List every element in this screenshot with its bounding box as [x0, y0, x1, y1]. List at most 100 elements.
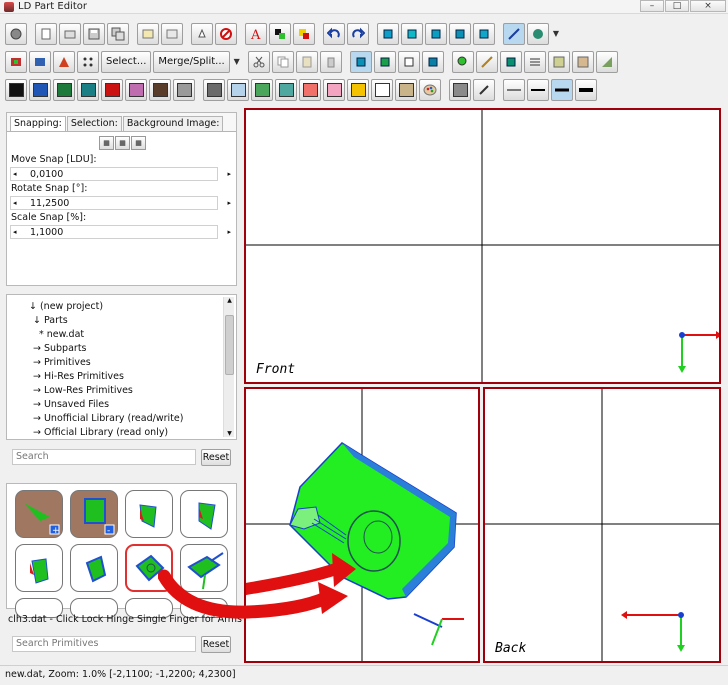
color-swatch-button[interactable] — [53, 79, 75, 101]
view-cube-4-button[interactable] — [449, 23, 471, 45]
move-snap-field[interactable]: ◂ 0,0100 ▸ — [10, 167, 231, 181]
tree-item-unofficial-library[interactable]: → Unofficial Library (read/write) — [33, 413, 183, 424]
primitive-thumbnail[interactable] — [125, 490, 173, 538]
decrease-arrow-icon[interactable]: ◂ — [13, 168, 17, 181]
color-swatch-button[interactable] — [275, 79, 297, 101]
highlight-button[interactable] — [293, 23, 315, 45]
color-tool-button[interactable] — [269, 23, 291, 45]
line-thick-button[interactable] — [551, 79, 573, 101]
increase-arrow-icon[interactable]: ▸ — [227, 197, 231, 210]
color-swatch-button[interactable] — [5, 79, 27, 101]
viewport-back[interactable]: Back — [483, 387, 721, 663]
tree-item-new-dat[interactable]: * new.dat — [39, 329, 84, 340]
new-dat-button[interactable] — [137, 23, 159, 45]
cut-button[interactable] — [247, 51, 270, 73]
add-triangle-button[interactable] — [53, 51, 75, 73]
view-cube-1-button[interactable] — [377, 23, 399, 45]
color-swatch-button[interactable] — [125, 79, 147, 101]
scroll-thumb[interactable] — [225, 315, 234, 375]
color-swatch-button[interactable] — [347, 79, 369, 101]
rotate-snap-field[interactable]: ◂ 11,2500 ▸ — [10, 196, 231, 210]
color-swatch-button[interactable] — [371, 79, 393, 101]
increase-arrow-icon[interactable]: ▸ — [227, 226, 231, 239]
color-swatch-button[interactable] — [149, 79, 171, 101]
color-swatch-button[interactable] — [77, 79, 99, 101]
line-medium-button[interactable] — [527, 79, 549, 101]
grid-fine-button[interactable]: ▦ — [131, 136, 146, 150]
reset-search-button[interactable]: Reset — [201, 449, 231, 466]
color-swatch-button[interactable] — [101, 79, 123, 101]
edit-tool-3-button[interactable] — [595, 51, 618, 73]
paste-button[interactable] — [295, 51, 318, 73]
close-button[interactable]: × — [690, 0, 726, 12]
minimize-button[interactable]: – — [640, 0, 664, 12]
decrease-arrow-icon[interactable]: ◂ — [13, 226, 17, 239]
line-thickest-button[interactable] — [575, 79, 597, 101]
undo-button[interactable] — [323, 23, 345, 45]
mode-cube-2-button[interactable] — [373, 51, 396, 73]
primitive-thumbnail[interactable]: - — [70, 490, 118, 538]
mode-cube-1-button[interactable] — [349, 51, 372, 73]
primitive-thumbnail[interactable] — [180, 490, 228, 538]
tab-background-image[interactable]: Background Image: — [122, 116, 224, 131]
globe-button[interactable] — [527, 23, 549, 45]
decrease-arrow-icon[interactable]: ◂ — [13, 197, 17, 210]
merge-more-arrow[interactable]: ▼ — [232, 51, 242, 73]
add-vertex-button[interactable] — [77, 51, 99, 73]
line-thin-button[interactable] — [503, 79, 525, 101]
mode-cube-4-button[interactable] — [421, 51, 444, 73]
align-button[interactable] — [523, 51, 546, 73]
copy-button[interactable] — [271, 51, 294, 73]
tab-snapping[interactable]: Snapping: — [10, 116, 66, 131]
scale-snap-field[interactable]: ◂ 1,1000 ▸ — [10, 225, 231, 239]
color-swatch-button[interactable] — [299, 79, 321, 101]
open-button[interactable] — [59, 23, 81, 45]
viewport-front[interactable]: Front — [244, 108, 721, 384]
tree-item-unsaved-files[interactable]: → Unsaved Files — [33, 399, 109, 410]
color-swatch-button[interactable] — [251, 79, 273, 101]
gray-color-button[interactable] — [449, 79, 471, 101]
color-swatch-button[interactable] — [395, 79, 417, 101]
tree-item-parts[interactable]: ↓ Parts — [33, 315, 68, 326]
tree-item-lowres-primitives[interactable]: → Low-Res Primitives — [33, 385, 133, 396]
grid-medium-button[interactable]: ▦ — [115, 136, 130, 150]
tree-scrollbar[interactable]: ▲ ▼ — [223, 297, 234, 437]
view-cube-5-button[interactable] — [473, 23, 495, 45]
grid-coarse-button[interactable]: ▦ — [99, 136, 114, 150]
inspect-button[interactable] — [451, 51, 474, 73]
edit-tool-2-button[interactable] — [571, 51, 594, 73]
primitive-thumbnail[interactable] — [15, 544, 63, 592]
stop-button[interactable] — [215, 23, 237, 45]
add-line-button[interactable] — [29, 51, 51, 73]
scroll-up-icon[interactable]: ▲ — [224, 297, 235, 304]
primitive-thumbnail[interactable]: + — [15, 490, 63, 538]
tree-item-official-library[interactable]: → Official Library (read only) — [33, 427, 168, 438]
tree-item-primitives[interactable]: → Primitives — [33, 357, 91, 368]
select-button[interactable]: Select... — [101, 51, 152, 73]
color-swatch-button[interactable] — [29, 79, 51, 101]
primitive-thumbnail[interactable] — [70, 544, 118, 592]
tree-item-new-project[interactable]: ↓ (new project) — [29, 301, 103, 312]
color-swatch-button[interactable] — [203, 79, 225, 101]
toolbar-more-arrow[interactable]: ▼ — [551, 23, 561, 45]
pick-color-button[interactable] — [473, 79, 495, 101]
color-swatch-button[interactable] — [323, 79, 345, 101]
add-part-button[interactable] — [5, 51, 27, 73]
search-input[interactable]: Search — [12, 449, 196, 465]
color-swatch-button[interactable] — [227, 79, 249, 101]
mode-cube-3-button[interactable] — [397, 51, 420, 73]
text-tool-button[interactable]: A — [245, 23, 267, 45]
maximize-button[interactable]: □ — [665, 0, 689, 12]
new-file-button[interactable] — [35, 23, 57, 45]
view-cube-2-button[interactable] — [401, 23, 423, 45]
open-dat-button[interactable] — [161, 23, 183, 45]
save-button[interactable] — [83, 23, 105, 45]
save-all-button[interactable] — [107, 23, 129, 45]
redo-button[interactable] — [347, 23, 369, 45]
tree-item-subparts[interactable]: → Subparts — [33, 343, 87, 354]
subfile-button[interactable] — [499, 51, 522, 73]
merge-split-button[interactable]: Merge/Split... — [153, 51, 230, 73]
perspective-button[interactable] — [503, 23, 525, 45]
scroll-down-icon[interactable]: ▼ — [224, 430, 235, 437]
color-swatch-button[interactable] — [173, 79, 195, 101]
